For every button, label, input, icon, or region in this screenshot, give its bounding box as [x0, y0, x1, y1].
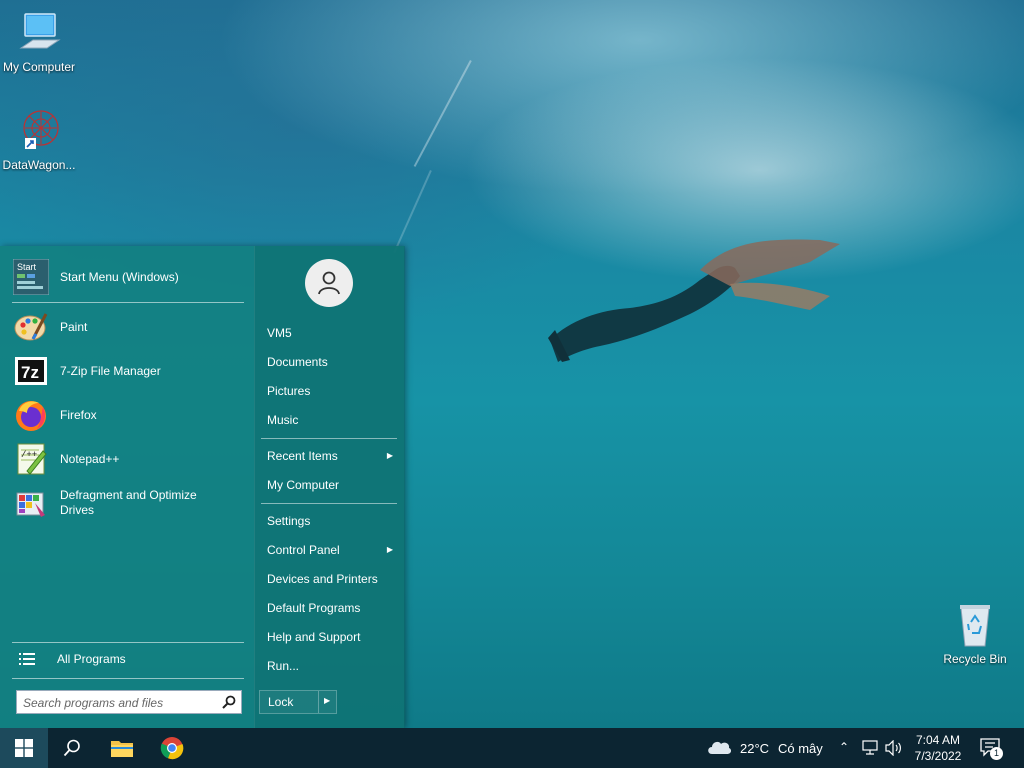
start-button[interactable] — [0, 728, 48, 768]
program-label: Notepad++ — [60, 451, 120, 466]
submenu-arrow-icon: ▶ — [386, 451, 393, 460]
list-icon — [13, 645, 41, 673]
volume-icon[interactable] — [885, 740, 903, 756]
firefox-icon — [13, 397, 49, 433]
notepadpp-icon: /++ — [13, 441, 49, 477]
place-control-panel[interactable]: Control Panel ▶ — [261, 537, 397, 563]
svg-text:/++: /++ — [21, 450, 37, 460]
light-ray — [413, 60, 472, 167]
start-menu-item-paint[interactable]: Paint — [10, 305, 246, 349]
file-explorer-icon — [111, 741, 133, 757]
desktop-icon-my-computer[interactable]: My Computer — [0, 10, 78, 74]
desktop-icon-label: DataWagon... — [2, 158, 76, 172]
place-user-folder[interactable]: VM5 — [261, 320, 397, 346]
start-menu: Start Start Menu (Windows) Paint 7z 7-Zi… — [0, 246, 405, 728]
divider — [261, 438, 397, 439]
svg-text:Start: Start — [17, 262, 37, 272]
chrome-icon — [160, 737, 184, 760]
lock-label: Lock — [268, 695, 294, 709]
chevron-up-icon[interactable]: ⌃ — [839, 740, 849, 754]
cloud-icon — [708, 741, 732, 754]
paint-icon — [13, 309, 49, 345]
submenu-arrow-icon: ▶ — [386, 545, 393, 554]
place-devices-printers[interactable]: Devices and Printers — [261, 566, 397, 592]
divider — [12, 642, 244, 643]
place-music[interactable]: Music — [261, 407, 397, 433]
program-label: Firefox — [60, 407, 97, 422]
taskbar: 22°C Có mây ⌃ 7:04 AM 7/3/2022 1 — [0, 728, 1024, 768]
place-run[interactable]: Run... — [261, 653, 397, 679]
program-label: 7-Zip File Manager — [60, 363, 161, 378]
start-menu-places-pane: VM5 Documents Pictures Music Recent Item… — [254, 246, 405, 728]
start-menu-item-notepadpp[interactable]: /++ Notepad++ — [10, 437, 246, 481]
notification-center-button[interactable]: 1 — [980, 737, 1008, 761]
svg-text:7z: 7z — [21, 363, 39, 382]
power-options-arrow-icon[interactable]: ▶ — [324, 696, 330, 705]
network-shortcut-icon — [15, 108, 63, 156]
search-input[interactable] — [21, 694, 221, 712]
system-clock[interactable]: 7:04 AM 7/3/2022 — [906, 732, 970, 764]
desktop-icon-label: Recycle Bin — [943, 652, 1007, 666]
desktop-icon-recycle-bin[interactable]: Recycle Bin — [936, 602, 1014, 666]
taskbar-chrome[interactable] — [148, 728, 196, 768]
place-documents[interactable]: Documents — [261, 349, 397, 375]
user-icon — [318, 271, 340, 295]
recycle-bin-icon — [951, 602, 999, 650]
search-icon[interactable] — [222, 695, 236, 709]
divider — [261, 503, 397, 504]
control-panel-label: Control Panel — [267, 543, 340, 557]
defrag-icon — [13, 485, 49, 521]
7zip-icon: 7z — [13, 353, 49, 389]
search-box[interactable] — [16, 690, 242, 714]
weather-temp[interactable]: 22°C — [740, 741, 769, 756]
taskbar-search-button[interactable] — [48, 728, 96, 768]
weather-widget[interactable] — [706, 737, 734, 757]
search-icon — [63, 739, 80, 757]
all-programs-button[interactable]: All Programs — [10, 645, 246, 673]
taskbar-file-explorer[interactable] — [98, 728, 146, 768]
windows-logo-icon — [15, 739, 33, 757]
desktop-icon-datawagon[interactable]: DataWagon... — [0, 108, 78, 172]
place-help-support[interactable]: Help and Support — [261, 624, 397, 650]
start-menu-item-7zip[interactable]: 7z 7-Zip File Manager — [10, 349, 246, 393]
place-my-computer[interactable]: My Computer — [261, 472, 397, 498]
notification-count-badge: 1 — [990, 747, 1003, 760]
freediver-image — [548, 239, 840, 362]
all-programs-label: All Programs — [57, 651, 126, 666]
recent-items-label: Recent Items — [267, 449, 338, 463]
place-recent-items[interactable]: Recent Items ▶ — [261, 443, 397, 469]
program-label: Defragment and Optimize Drives — [60, 488, 197, 517]
place-default-programs[interactable]: Default Programs — [261, 595, 397, 621]
network-icon[interactable] — [862, 740, 880, 756]
divider — [12, 302, 244, 303]
program-label: Start Menu (Windows) — [60, 269, 179, 284]
start-menu-item-firefox[interactable]: Firefox — [10, 393, 246, 437]
place-pictures[interactable]: Pictures — [261, 378, 397, 404]
start-menu-programs-pane: Start Start Menu (Windows) Paint 7z 7-Zi… — [0, 246, 254, 728]
start-menu-item-defrag[interactable]: Defragment and Optimize Drives — [10, 481, 246, 525]
divider — [318, 691, 319, 713]
start-menu-icon: Start — [13, 259, 49, 295]
desktop-icon-label: My Computer — [2, 60, 76, 74]
divider — [12, 678, 244, 679]
computer-icon — [15, 10, 63, 58]
weather-description[interactable]: Có mây — [778, 741, 823, 756]
clock-time: 7:04 AM — [915, 733, 961, 747]
clock-date: 7/3/2022 — [914, 749, 962, 763]
start-menu-item-start-menu-windows[interactable]: Start Start Menu (Windows) — [10, 255, 246, 299]
light-ray — [393, 170, 432, 254]
program-label: Paint — [60, 319, 88, 334]
lock-button[interactable]: Lock ▶ — [259, 690, 337, 714]
place-settings[interactable]: Settings — [261, 508, 397, 534]
user-avatar[interactable] — [305, 259, 353, 307]
